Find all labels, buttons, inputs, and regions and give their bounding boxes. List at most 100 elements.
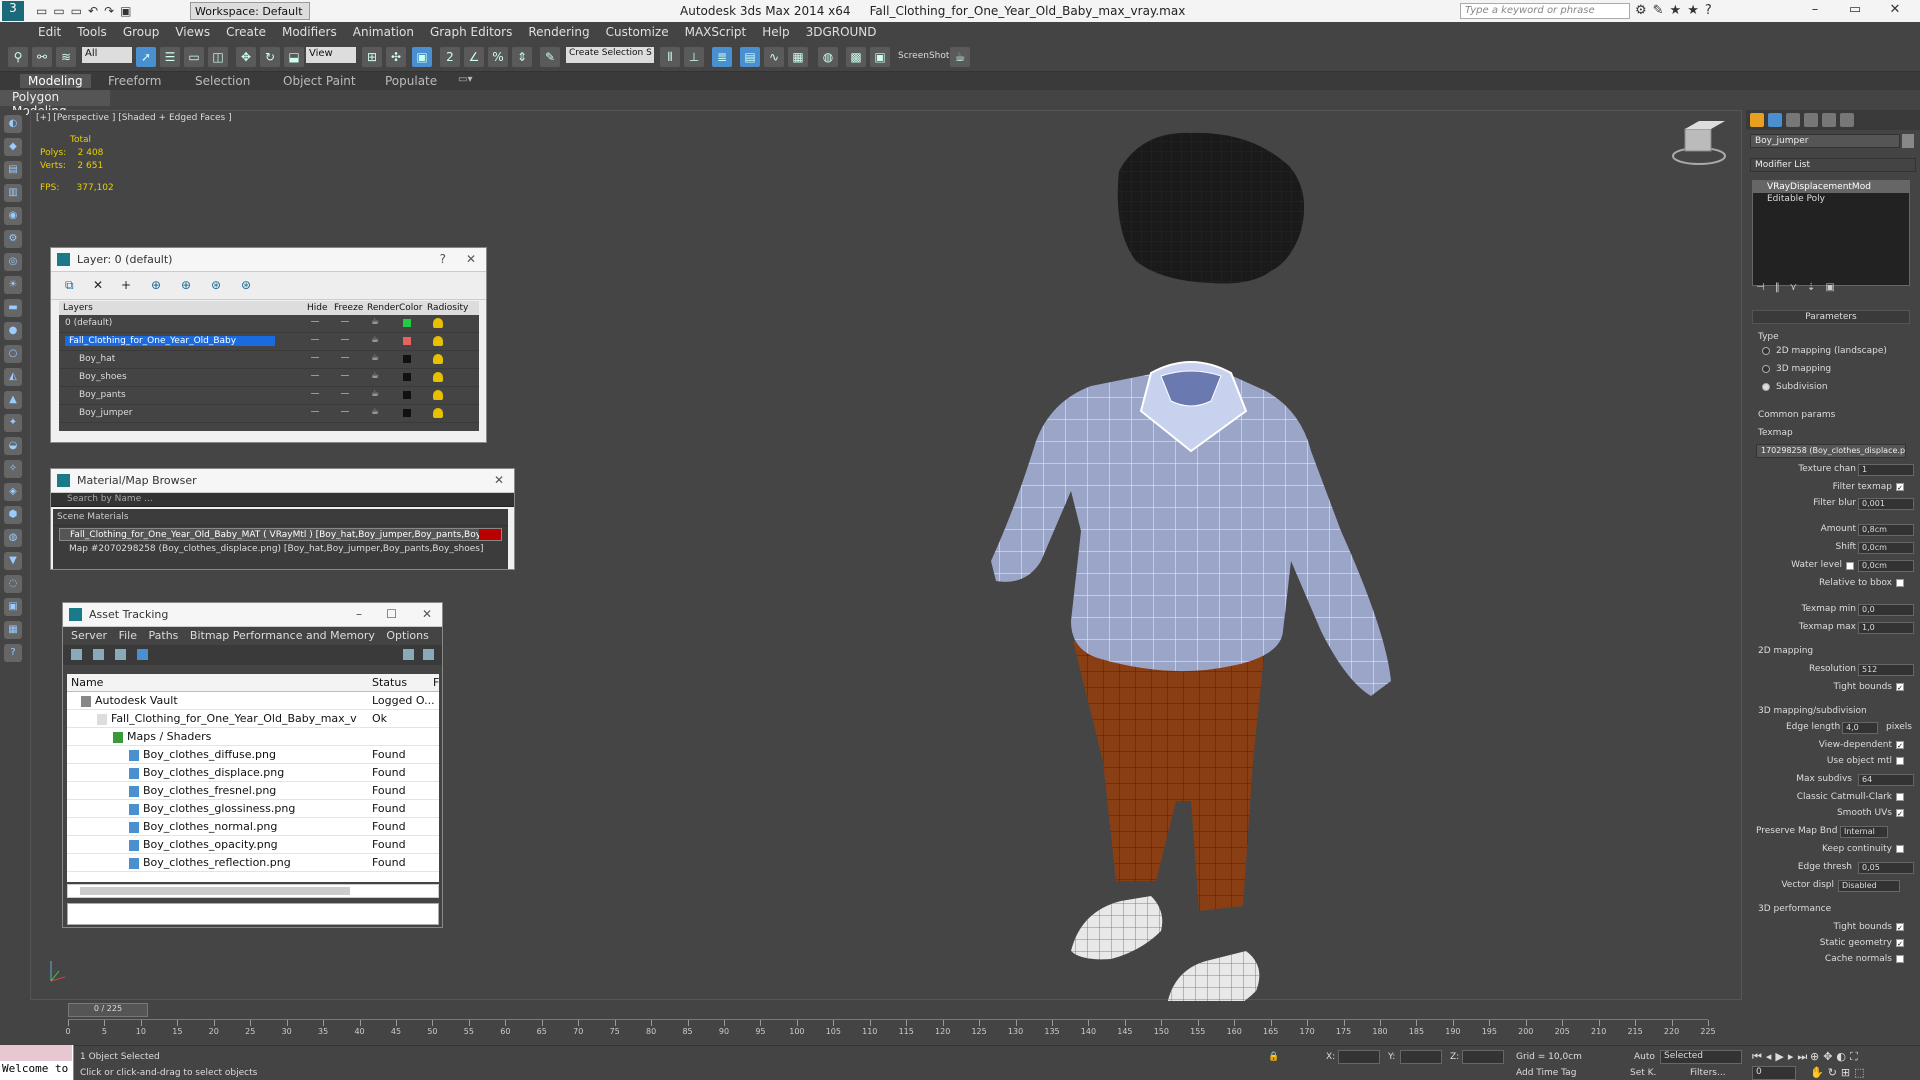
asset-path-field[interactable] <box>67 903 439 925</box>
tool-icon-4[interactable]: ▥ <box>4 184 22 202</box>
object-name-field[interactable]: Boy_jumper <box>1750 134 1900 148</box>
percent-snap-icon[interactable]: % <box>488 47 508 67</box>
spinner-snap-icon[interactable]: ⇕ <box>512 47 532 67</box>
tool-icon-8[interactable]: ☀ <box>4 276 22 294</box>
asset-menu-bitmap[interactable]: Bitmap Performance and Memory <box>190 629 375 642</box>
asset-row[interactable]: Boy_clothes_displace.png Found <box>67 764 439 782</box>
grid-view-icon[interactable] <box>137 649 148 660</box>
quick-access-icons[interactable]: ▭▭▭↶↷▣ <box>36 4 137 18</box>
tight-bounds-checkbox[interactable]: ✓ <box>1896 683 1904 692</box>
create-tab-icon[interactable] <box>1750 113 1764 127</box>
search-input[interactable]: Type a keyword or phrase <box>1460 3 1630 19</box>
render-teapot-icon[interactable]: ☕ <box>371 353 379 363</box>
keyboard-shortcut-icon[interactable]: ▣ <box>412 47 432 67</box>
curve-editor-icon[interactable]: ∿ <box>764 47 784 67</box>
tool-icon-2[interactable]: ◆ <box>4 138 22 156</box>
rotate-icon[interactable]: ↻ <box>260 47 280 67</box>
selection-filter-dropdown[interactable]: All <box>82 47 132 63</box>
refresh-icon[interactable] <box>71 649 82 660</box>
asset-menu-options[interactable]: Options <box>386 629 428 642</box>
maxscript-listener[interactable]: Welcome to <box>0 1045 74 1080</box>
display-tab-icon[interactable] <box>1822 113 1836 127</box>
tool-icon-23[interactable]: ▦ <box>4 621 22 639</box>
radiosity-bulb-icon[interactable] <box>433 408 443 418</box>
menu-help[interactable]: Help <box>754 22 797 42</box>
edge-length-spinner[interactable]: 4,0 <box>1842 722 1878 734</box>
current-frame-field[interactable]: 0 <box>1752 1066 1796 1080</box>
app-logo-icon[interactable]: 3 <box>2 1 24 21</box>
render-setup-icon[interactable]: ▩ <box>846 47 866 67</box>
radiosity-bulb-icon[interactable] <box>433 372 443 382</box>
settings-icon[interactable] <box>423 649 434 660</box>
freeze-toggle[interactable] <box>341 339 349 340</box>
menu-group[interactable]: Group <box>115 22 168 42</box>
cache-normals-checkbox[interactable] <box>1896 955 1904 963</box>
freeze-all-icon[interactable]: ⊛ <box>241 278 251 292</box>
material-editor-icon[interactable]: ◍ <box>818 47 838 67</box>
motion-tab-icon[interactable] <box>1804 113 1818 127</box>
help-icon[interactable] <box>403 649 414 660</box>
col-render[interactable]: Render <box>367 303 399 313</box>
menu-customize[interactable]: Customize <box>598 22 677 42</box>
tool-icon-11[interactable]: ○ <box>4 345 22 363</box>
z-coord-field[interactable] <box>1462 1050 1504 1064</box>
freeze-toggle[interactable] <box>341 375 349 376</box>
tab-modeling[interactable]: Modeling <box>20 74 91 88</box>
stack-item-editable-poly[interactable]: Editable Poly <box>1753 193 1909 205</box>
layer-row[interactable]: 0 (default) ☕ <box>59 315 479 333</box>
layer-color-swatch[interactable] <box>403 355 411 363</box>
render-teapot-icon[interactable]: ☕ <box>371 317 379 327</box>
layer-color-swatch[interactable] <box>403 391 411 399</box>
layer-color-swatch[interactable] <box>403 409 411 417</box>
water-level-spinner[interactable]: 0,0cm <box>1858 560 1914 572</box>
vector-displ-dropdown[interactable]: Disabled <box>1838 880 1900 892</box>
layer-row[interactable]: Boy_hat ☕ <box>59 351 479 369</box>
radiosity-bulb-icon[interactable] <box>433 318 443 328</box>
radio-subdivision[interactable] <box>1762 383 1770 391</box>
asset-row[interactable]: Boy_clothes_opacity.png Found <box>67 836 439 854</box>
col-layers[interactable]: Layers <box>63 303 93 313</box>
mirror-icon[interactable]: ⫴ <box>660 47 680 67</box>
pivot-icon[interactable]: ⊞ <box>362 47 382 67</box>
minimize-icon[interactable]: – <box>1795 2 1835 20</box>
tool-icon-19[interactable]: ◍ <box>4 529 22 547</box>
schematic-view-icon[interactable]: ▦ <box>788 47 808 67</box>
tool-icon-21[interactable]: ◌ <box>4 575 22 593</box>
tool-icon-13[interactable]: ▲ <box>4 391 22 409</box>
layer-panel-header[interactable]: Layer: 0 (default)? ✕ <box>51 248 486 272</box>
tool-icon-14[interactable]: ✦ <box>4 414 22 432</box>
render-frame-icon[interactable]: ▣ <box>870 47 890 67</box>
freeze-toggle[interactable] <box>341 411 349 412</box>
filters-button[interactable]: Filters... <box>1690 1068 1726 1078</box>
object-color-swatch[interactable] <box>1902 134 1914 148</box>
material-search-input[interactable]: Search by Name ... <box>51 493 514 507</box>
texmap-max-spinner[interactable]: 1,0 <box>1858 622 1914 634</box>
use-object-mtl-checkbox[interactable] <box>1896 757 1904 765</box>
scale-icon[interactable]: ⬓ <box>284 47 304 67</box>
layer-row[interactable]: Boy_jumper ☕ <box>59 405 479 423</box>
infocenter-icons[interactable]: ⚙✎★★? <box>1635 3 1718 18</box>
select-object-icon[interactable]: ➚ <box>136 47 156 67</box>
close-icon[interactable]: ✕ <box>422 607 432 621</box>
menu-create[interactable]: Create <box>218 22 274 42</box>
unlink-icon[interactable]: ⚯ <box>32 47 52 67</box>
ribbon-subtab-polygon-modeling[interactable]: Polygon Modeling <box>0 90 110 118</box>
tab-object-paint[interactable]: Object Paint <box>283 74 356 88</box>
rect-selection-icon[interactable]: ▭ <box>184 47 204 67</box>
select-in-layer-icon[interactable]: ⊕ <box>151 278 161 292</box>
hide-toggle[interactable] <box>311 339 319 340</box>
col-name[interactable]: Name <box>71 676 103 689</box>
amount-spinner[interactable]: 0,8cm <box>1858 524 1914 536</box>
tool-icon-3[interactable]: ▤ <box>4 161 22 179</box>
asset-menu-paths[interactable]: Paths <box>149 629 179 642</box>
radiosity-bulb-icon[interactable] <box>433 354 443 364</box>
layer-color-swatch[interactable] <box>403 319 411 327</box>
minimize-icon[interactable]: – <box>356 607 362 621</box>
frame-ruler[interactable]: 0 5 10 15 20 25 30 35 40 45 50 55 60 65 70 75 80 85 90 95 10… <box>65 1019 1716 1039</box>
hide-toggle[interactable] <box>311 393 319 394</box>
layer-color-swatch[interactable] <box>403 337 411 345</box>
tab-selection[interactable]: Selection <box>195 74 250 88</box>
window-crossing-icon[interactable]: ◫ <box>208 47 228 67</box>
classic-cc-checkbox[interactable] <box>1896 793 1904 801</box>
radiosity-bulb-icon[interactable] <box>433 390 443 400</box>
